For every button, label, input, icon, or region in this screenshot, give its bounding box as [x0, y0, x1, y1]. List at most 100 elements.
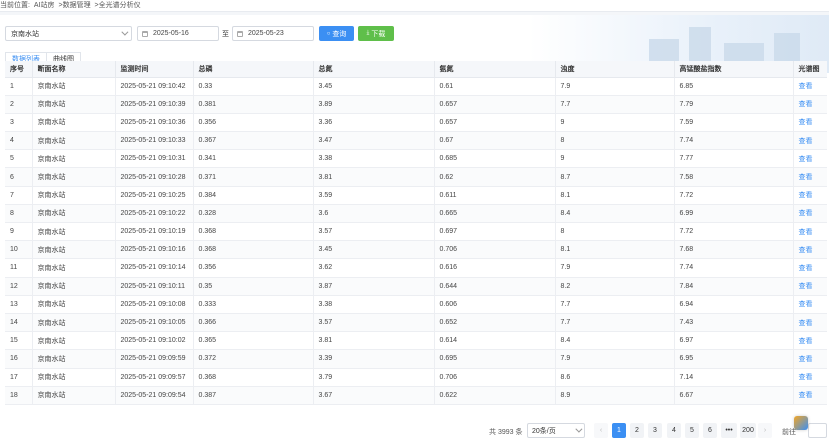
view-spectrum-link[interactable]: 查看 — [793, 331, 827, 351]
view-spectrum-link[interactable]: 查看 — [793, 167, 827, 187]
cell-permanganate-index: 7.72 — [674, 186, 794, 205]
cell-total-nitrogen: 3.67 — [313, 386, 435, 405]
cell-total-nitrogen: 3.39 — [313, 349, 435, 369]
cell-monitor-time: 2025-05-21 09:10:22 — [115, 204, 194, 224]
cell-monitor-time: 2025-05-21 09:10:31 — [115, 149, 194, 169]
cell-index: 14 — [5, 313, 33, 333]
table-header-row: 序号 断面名称 监测时间 总磷 总氮 氨氮 浊度 高锰酸盐指数 光谱图 — [5, 61, 827, 78]
cell-section-name: 京南水站 — [32, 131, 116, 151]
cell-ammonia-nitrogen: 0.685 — [434, 149, 556, 169]
cell-monitor-time: 2025-05-21 09:10:36 — [115, 113, 194, 133]
cell-turbidity: 7.9 — [555, 349, 675, 369]
cell-permanganate-index: 7.14 — [674, 368, 794, 387]
cell-total-phosphorus: 0.35 — [193, 277, 314, 296]
start-date-value: 2025-05-16 — [153, 30, 189, 37]
column-header-total-nitrogen: 总氮 — [313, 61, 435, 78]
breadcrumb-item-data-management[interactable]: >数据管理 — [58, 2, 90, 9]
view-spectrum-link[interactable]: 查看 — [793, 149, 827, 169]
breadcrumb-item-station[interactable]: AI站房 — [34, 2, 55, 9]
cell-index: 7 — [5, 186, 33, 205]
cell-total-nitrogen: 3.79 — [313, 368, 435, 387]
station-select[interactable]: 京南水站 — [5, 26, 132, 41]
cell-index: 2 — [5, 95, 33, 114]
cell-total-nitrogen: 3.6 — [313, 204, 435, 224]
cell-total-nitrogen: 3.89 — [313, 95, 435, 114]
assistant-float-icon[interactable] — [794, 416, 808, 430]
table-row: 13 京南水站 2025-05-21 09:10:08 0.333 3.38 0.606 7… — [5, 295, 827, 314]
cell-permanganate-index: 7.59 — [674, 113, 794, 133]
page-button[interactable]: 3 — [648, 423, 662, 438]
view-spectrum-link[interactable]: 查看 — [793, 113, 827, 133]
cell-section-name: 京南水站 — [32, 386, 116, 405]
cell-ammonia-nitrogen: 0.706 — [434, 368, 556, 387]
view-spectrum-link[interactable]: 查看 — [793, 386, 827, 405]
breadcrumb-item-spectrum-analyzer: >全光谱分析仪 — [94, 2, 141, 9]
view-spectrum-link[interactable]: 查看 — [793, 313, 827, 333]
download-button[interactable]: ⤓ 下载 — [358, 26, 394, 41]
view-spectrum-link[interactable]: 查看 — [793, 95, 827, 114]
cell-ammonia-nitrogen: 0.695 — [434, 349, 556, 369]
goto-page-input[interactable] — [808, 423, 827, 438]
cell-turbidity: 8.6 — [555, 368, 675, 387]
cell-permanganate-index: 7.74 — [674, 131, 794, 151]
cell-total-phosphorus: 0.368 — [193, 368, 314, 387]
download-button-label: 下载 — [371, 30, 386, 38]
next-page-button[interactable]: › — [758, 423, 772, 438]
view-spectrum-link[interactable]: 查看 — [793, 131, 827, 151]
search-icon: ○ — [326, 30, 331, 37]
page-button[interactable]: 4 — [667, 423, 681, 438]
cell-section-name: 京南水站 — [32, 368, 116, 387]
table-row: 5 京南水站 2025-05-21 09:10:31 0.341 3.38 0.685 9 7… — [5, 149, 827, 169]
cell-monitor-time: 2025-05-21 09:10:19 — [115, 222, 194, 242]
view-spectrum-link[interactable]: 查看 — [793, 222, 827, 242]
cell-ammonia-nitrogen: 0.644 — [434, 277, 556, 296]
page-size-select[interactable]: 20条/页 — [527, 423, 585, 438]
view-spectrum-link[interactable]: 查看 — [793, 77, 827, 96]
cell-permanganate-index: 7.79 — [674, 95, 794, 114]
cell-permanganate-index: 6.99 — [674, 204, 794, 224]
cell-ammonia-nitrogen: 0.611 — [434, 186, 556, 205]
cell-ammonia-nitrogen: 0.657 — [434, 113, 556, 133]
table-row: 12 京南水站 2025-05-21 09:10:11 0.35 3.87 0.644 8.… — [5, 277, 827, 296]
cell-total-phosphorus: 0.372 — [193, 349, 314, 369]
station-select-value: 京南水站 — [11, 30, 39, 38]
cell-monitor-time: 2025-05-21 09:10:39 — [115, 95, 194, 114]
cell-index: 11 — [5, 258, 33, 278]
view-spectrum-link[interactable]: 查看 — [793, 295, 827, 314]
chevron-down-icon — [121, 28, 129, 36]
view-spectrum-link[interactable]: 查看 — [793, 349, 827, 369]
cell-monitor-time: 2025-05-21 09:10:33 — [115, 131, 194, 151]
start-date-picker[interactable]: 2025-05-16 — [137, 26, 219, 41]
column-header-section-name: 断面名称 — [32, 61, 116, 78]
page-button[interactable]: 2 — [630, 423, 644, 438]
cell-permanganate-index: 6.85 — [674, 77, 794, 96]
table-row: 4 京南水站 2025-05-21 09:10:33 0.367 3.47 0.67 8 7.… — [5, 131, 827, 151]
cell-total-phosphorus: 0.384 — [193, 186, 314, 205]
view-spectrum-link[interactable]: 查看 — [793, 240, 827, 260]
cell-ammonia-nitrogen: 0.622 — [434, 386, 556, 405]
view-spectrum-link[interactable]: 查看 — [793, 204, 827, 224]
cell-total-nitrogen: 3.36 — [313, 113, 435, 133]
view-spectrum-link[interactable]: 查看 — [793, 186, 827, 205]
cell-total-nitrogen: 3.62 — [313, 258, 435, 278]
page-button[interactable]: 6 — [703, 423, 717, 438]
prev-page-button[interactable]: ‹ — [594, 423, 608, 438]
view-spectrum-link[interactable]: 查看 — [793, 368, 827, 387]
cell-turbidity: 9 — [555, 113, 675, 133]
end-date-picker[interactable]: 2025-05-23 — [232, 26, 314, 41]
page-button[interactable]: 1 — [612, 423, 626, 438]
cell-permanganate-index: 6.95 — [674, 349, 794, 369]
cell-total-phosphorus: 0.356 — [193, 113, 314, 133]
end-date-value: 2025-05-23 — [248, 30, 284, 37]
view-spectrum-link[interactable]: 查看 — [793, 277, 827, 296]
cell-monitor-time: 2025-05-21 09:10:05 — [115, 313, 194, 333]
page-size-value: 20条/页 — [532, 427, 556, 435]
cell-section-name: 京南水站 — [32, 277, 116, 296]
page-ellipsis[interactable]: ••• — [721, 423, 737, 438]
page-button[interactable]: 200 — [740, 423, 756, 438]
cell-ammonia-nitrogen: 0.652 — [434, 313, 556, 333]
cell-permanganate-index: 6.97 — [674, 331, 794, 351]
view-spectrum-link[interactable]: 查看 — [793, 258, 827, 278]
page-button[interactable]: 5 — [685, 423, 699, 438]
query-button[interactable]: ○ 查询 — [319, 26, 354, 41]
